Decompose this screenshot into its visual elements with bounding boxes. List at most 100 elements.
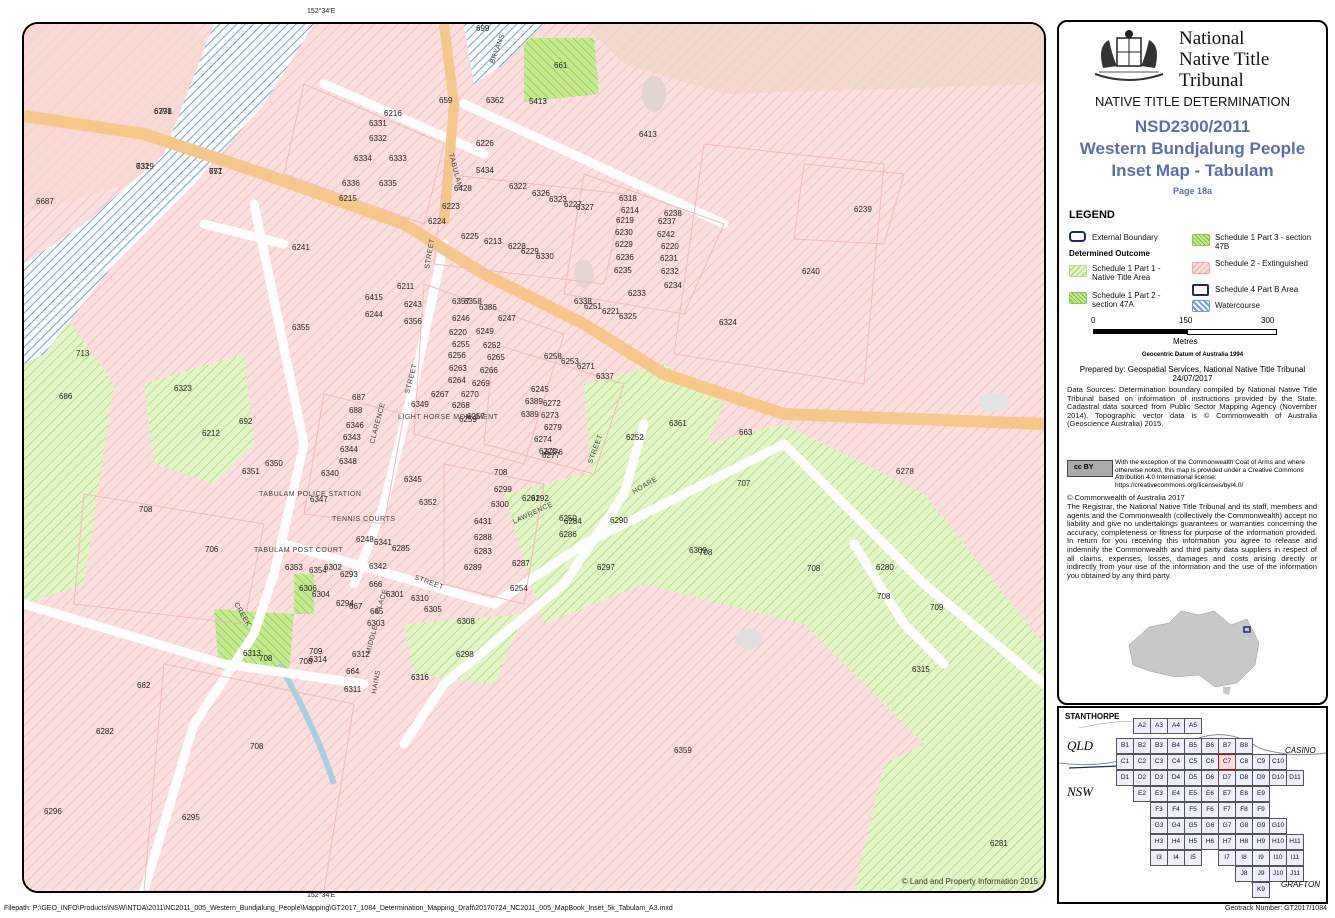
parcel-label: 6359 bbox=[674, 746, 692, 755]
parcel-label: 6229 bbox=[615, 240, 633, 249]
index-cell-G3[interactable]: G3 bbox=[1150, 818, 1168, 834]
index-cell-C2[interactable]: C2 bbox=[1133, 754, 1151, 770]
index-cell-C3[interactable]: C3 bbox=[1150, 754, 1168, 770]
index-cell-G4[interactable]: G4 bbox=[1167, 818, 1185, 834]
index-cell-I5[interactable]: I5 bbox=[1184, 850, 1202, 866]
coat-of-arms-icon bbox=[1094, 30, 1164, 81]
index-cell-I10[interactable]: I10 bbox=[1269, 850, 1287, 866]
index-cell-C9[interactable]: C9 bbox=[1252, 754, 1270, 770]
index-cell-H9[interactable]: H9 bbox=[1252, 834, 1270, 850]
index-cell-H10[interactable]: H10 bbox=[1269, 834, 1287, 850]
index-cell-D4[interactable]: D4 bbox=[1167, 770, 1185, 786]
index-cell-B3[interactable]: B3 bbox=[1150, 738, 1168, 754]
index-cell-G10[interactable]: G10 bbox=[1269, 818, 1287, 834]
index-cell-D5[interactable]: D5 bbox=[1184, 770, 1202, 786]
index-cell-C7[interactable]: C7 bbox=[1218, 754, 1236, 770]
parcel-label: 688 bbox=[349, 406, 363, 415]
nntt-logo: National Native Title Tribunal bbox=[1089, 28, 1319, 98]
index-cell-H8[interactable]: H8 bbox=[1235, 834, 1253, 850]
index-cell-A5[interactable]: A5 bbox=[1184, 718, 1202, 734]
index-cell-B5[interactable]: B5 bbox=[1184, 738, 1202, 754]
index-cell-G8[interactable]: G8 bbox=[1235, 818, 1253, 834]
index-cell-E9[interactable]: E9 bbox=[1252, 786, 1270, 802]
index-cell-J8[interactable]: J8 bbox=[1235, 866, 1253, 882]
index-cell-H4[interactable]: H4 bbox=[1167, 834, 1185, 850]
index-cell-C8[interactable]: C8 bbox=[1235, 754, 1253, 770]
index-cell-H6[interactable]: H6 bbox=[1201, 834, 1219, 850]
index-cell-A2[interactable]: A2 bbox=[1133, 718, 1151, 734]
index-cell-F8[interactable]: F8 bbox=[1235, 802, 1253, 818]
parcel-label: 6335 bbox=[379, 179, 397, 188]
index-cell-G5[interactable]: G5 bbox=[1184, 818, 1202, 834]
index-cell-G7[interactable]: G7 bbox=[1218, 818, 1236, 834]
index-cell-F6[interactable]: F6 bbox=[1201, 802, 1219, 818]
index-cell-B2[interactable]: B2 bbox=[1133, 738, 1151, 754]
index-cell-D1[interactable]: D1 bbox=[1116, 770, 1134, 786]
index-cell-H11[interactable]: H11 bbox=[1286, 834, 1304, 850]
index-cell-B1[interactable]: B1 bbox=[1116, 738, 1134, 754]
index-cell-H3[interactable]: H3 bbox=[1150, 834, 1168, 850]
index-cell-D2[interactable]: D2 bbox=[1133, 770, 1151, 786]
index-cell-B6[interactable]: B6 bbox=[1201, 738, 1219, 754]
parcel-label: 6325 bbox=[619, 312, 637, 321]
index-cell-F3[interactable]: F3 bbox=[1150, 802, 1168, 818]
index-cell-B8[interactable]: B8 bbox=[1235, 738, 1253, 754]
index-cell-E3[interactable]: E3 bbox=[1150, 786, 1168, 802]
index-cell-J9[interactable]: J9 bbox=[1252, 866, 1270, 882]
index-cell-D6[interactable]: D6 bbox=[1201, 770, 1219, 786]
index-cell-B4[interactable]: B4 bbox=[1167, 738, 1185, 754]
index-cell-D11[interactable]: D11 bbox=[1286, 770, 1304, 786]
parcel-label: 6256 bbox=[448, 351, 466, 360]
parcel-label: 699 bbox=[476, 24, 490, 33]
index-cell-A3[interactable]: A3 bbox=[1150, 718, 1168, 734]
stanthorpe-label: STANTHORPE bbox=[1065, 712, 1120, 721]
index-cell-C6[interactable]: C6 bbox=[1201, 754, 1219, 770]
index-cell-D8[interactable]: D8 bbox=[1235, 770, 1253, 786]
parcel-label: 6286 bbox=[559, 530, 577, 539]
parcel-label: 6255 bbox=[452, 340, 470, 349]
index-cell-H7[interactable]: H7 bbox=[1218, 834, 1236, 850]
parcel-label: 6281 bbox=[990, 839, 1008, 848]
index-cell-C1[interactable]: C1 bbox=[1116, 754, 1134, 770]
index-cell-I9[interactable]: I9 bbox=[1252, 850, 1270, 866]
index-cell-I4[interactable]: I4 bbox=[1167, 850, 1185, 866]
parcel-label: 687 bbox=[352, 393, 366, 402]
index-cell-F4[interactable]: F4 bbox=[1167, 802, 1185, 818]
index-cell-H5[interactable]: H5 bbox=[1184, 834, 1202, 850]
index-cell-F7[interactable]: F7 bbox=[1218, 802, 1236, 818]
index-cell-E8[interactable]: E8 bbox=[1235, 786, 1253, 802]
index-cell-E2[interactable]: E2 bbox=[1133, 786, 1151, 802]
index-cell-C10[interactable]: C10 bbox=[1269, 754, 1287, 770]
parcel-label: 6353 bbox=[285, 563, 303, 572]
index-cell-I8[interactable]: I8 bbox=[1235, 850, 1253, 866]
index-cell-D7[interactable]: D7 bbox=[1218, 770, 1236, 786]
parcel-label: 5434 bbox=[476, 166, 494, 175]
index-cell-D3[interactable]: D3 bbox=[1150, 770, 1168, 786]
parcel-label: 6345 bbox=[404, 475, 422, 484]
index-cell-F5[interactable]: F5 bbox=[1184, 802, 1202, 818]
parcel-label: 6224 bbox=[428, 217, 446, 226]
index-cell-D9[interactable]: D9 bbox=[1252, 770, 1270, 786]
parcel-label: 6266 bbox=[480, 366, 498, 375]
index-cell-B7[interactable]: B7 bbox=[1218, 738, 1236, 754]
index-cell-F9[interactable]: F9 bbox=[1252, 802, 1270, 818]
index-cell-D10[interactable]: D10 bbox=[1269, 770, 1287, 786]
index-cell-G6[interactable]: G6 bbox=[1201, 818, 1219, 834]
case-title: NSD2300/2011 Western Bundjalung People I… bbox=[1059, 116, 1326, 182]
index-cell-C5[interactable]: C5 bbox=[1184, 754, 1202, 770]
index-cell-E5[interactable]: E5 bbox=[1184, 786, 1202, 802]
index-cell-A4[interactable]: A4 bbox=[1167, 718, 1185, 734]
parcel-label: 6232 bbox=[661, 267, 679, 276]
index-cell-E4[interactable]: E4 bbox=[1167, 786, 1185, 802]
index-cell-E7[interactable]: E7 bbox=[1218, 786, 1236, 802]
map-frame[interactable]: 6778 732 757 6687 713 686 6216 6331 6332 6334 6333… bbox=[22, 22, 1046, 893]
index-cell-I7[interactable]: I7 bbox=[1218, 850, 1236, 866]
index-cell-C4[interactable]: C4 bbox=[1167, 754, 1185, 770]
index-cell-E6[interactable]: E6 bbox=[1201, 786, 1219, 802]
index-cell-G9[interactable]: G9 bbox=[1252, 818, 1270, 834]
page-reference: Page 18a bbox=[1172, 186, 1213, 196]
index-cell-I11[interactable]: I11 bbox=[1286, 850, 1304, 866]
index-cell-I3[interactable]: I3 bbox=[1150, 850, 1168, 866]
index-cell-K9[interactable]: K9 bbox=[1252, 882, 1270, 898]
datum: Geocentric Datum of Australia 1994 bbox=[1141, 352, 1244, 358]
